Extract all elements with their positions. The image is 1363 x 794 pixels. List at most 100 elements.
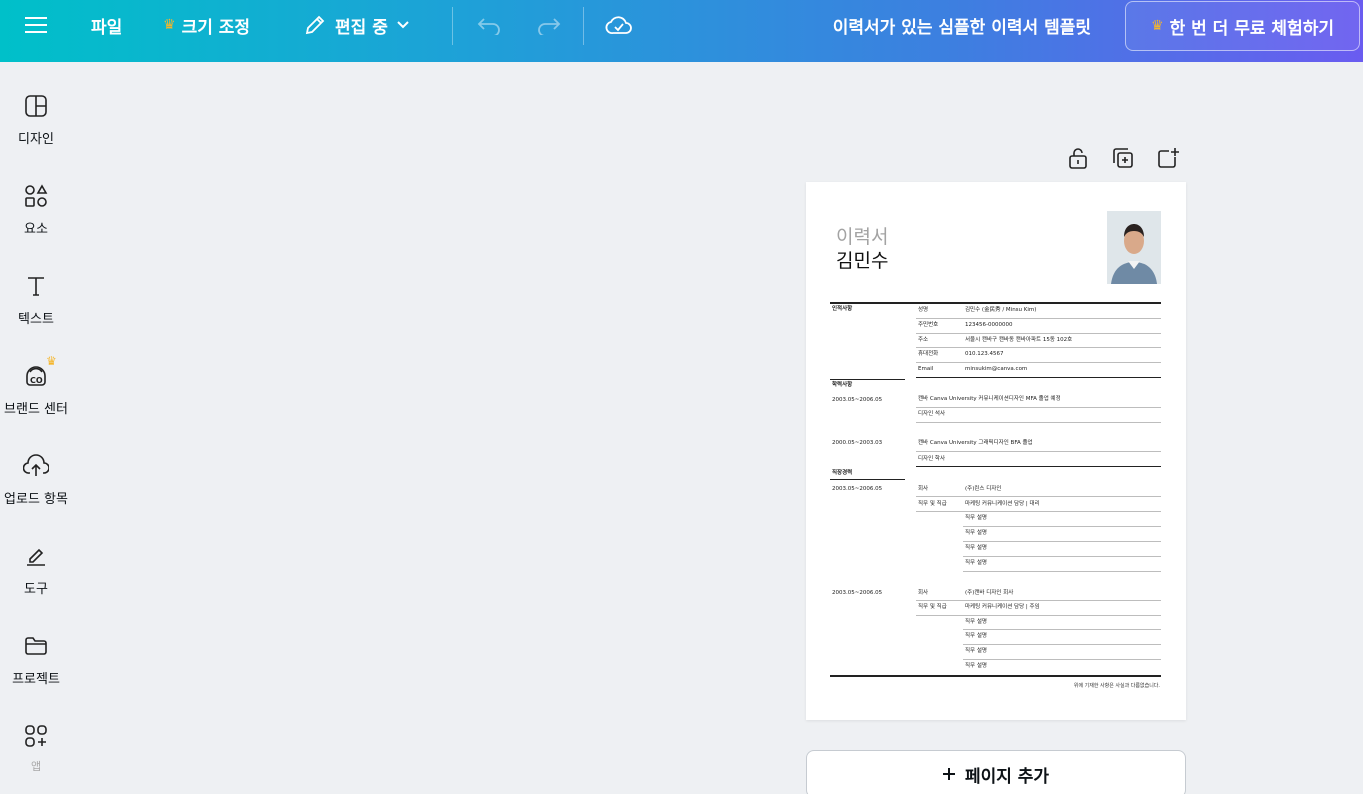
toolbar-divider xyxy=(452,7,453,45)
add-page-button[interactable]: 페이지 추가 xyxy=(806,750,1186,794)
save-status-button[interactable] xyxy=(604,0,634,50)
duty-line[interactable]: 직무 설명 xyxy=(965,619,987,626)
field-key[interactable]: 주민번호 xyxy=(918,322,938,329)
entry-date[interactable]: 2003.05~2006.05 xyxy=(832,397,882,404)
duty-line[interactable]: 직무 설명 xyxy=(965,633,987,640)
field-key[interactable]: 주소 xyxy=(918,337,928,344)
field-value[interactable]: 마케팅 커뮤니케이션 담당 | 주임 xyxy=(965,604,1040,611)
add-page-label: 페이지 추가 xyxy=(964,766,1050,787)
person-photo-icon xyxy=(1107,211,1161,284)
duty-line[interactable]: 직무 설명 xyxy=(965,663,987,670)
unlock-button[interactable] xyxy=(1066,146,1090,170)
apps-icon xyxy=(25,725,47,747)
field-key[interactable]: 회사 xyxy=(918,590,928,597)
crown-icon: ♛ xyxy=(163,17,176,33)
resize-button[interactable]: ♛ 크기 조정 xyxy=(163,0,250,50)
duty-line[interactable]: 직무 설명 xyxy=(965,530,987,537)
undo-button[interactable] xyxy=(475,0,505,50)
unlock-icon xyxy=(1069,148,1087,169)
field-key[interactable]: 휴대전화 xyxy=(918,351,938,358)
sidebar-item-label: 디자인 xyxy=(18,132,54,147)
sidebar-item-label: 도구 xyxy=(24,582,48,597)
divider xyxy=(916,318,1161,319)
design-page[interactable]: 이력서 김민수 인적사항 성명 김민수 (金民秀 / Minsu Kim) 주민… xyxy=(806,182,1186,720)
sidebar-item-label: 텍스트 xyxy=(18,312,54,327)
menu-button[interactable] xyxy=(18,0,54,50)
field-value[interactable]: (주)캔바 디자인 회사 xyxy=(965,590,1013,597)
sidebar-item-projects[interactable]: 프로젝트 xyxy=(0,632,72,702)
entry-line[interactable]: 캔바 Canva University 커뮤니케이션디자인 MFA 졸업 예정 xyxy=(918,396,1061,403)
top-toolbar: 파일 ♛ 크기 조정 편집 중 이력서가 있는 심플한 이력서 템플릿 ♛ 한 … xyxy=(0,0,1363,62)
entry-date[interactable]: 2000.05~2003.03 xyxy=(832,440,882,447)
section-heading[interactable]: 학력사항 xyxy=(832,382,852,389)
divider xyxy=(830,675,1161,677)
divider xyxy=(916,600,1161,601)
divider xyxy=(916,451,1161,452)
sidebar-item-brand[interactable]: ♛ CO 브랜드 센터 xyxy=(0,354,72,432)
entry-line[interactable]: 디자인 학사 xyxy=(918,456,945,463)
field-value[interactable]: 123456-0000000 xyxy=(965,322,1012,329)
divider xyxy=(963,659,1161,660)
entry-line[interactable]: 캔바 Canva University 그래픽디자인 BFA 졸업 xyxy=(918,440,1033,447)
document-title[interactable]: 이력서가 있는 심플한 이력서 템플릿 xyxy=(833,0,1091,50)
profile-photo[interactable] xyxy=(1107,211,1161,284)
entry-date[interactable]: 2003.05~2006.05 xyxy=(832,486,882,493)
footer-note[interactable]: 위에 기재한 사항은 사실과 다름없습니다. xyxy=(1074,682,1160,689)
left-sidebar: 디자인 요소 텍스트 ♛ CO 브랜드 센터 업로드 항목 도구 프로젝트 앱 xyxy=(0,62,72,794)
field-key[interactable]: 성명 xyxy=(918,307,928,314)
sidebar-item-design[interactable]: 디자인 xyxy=(0,92,72,162)
sidebar-item-uploads[interactable]: 업로드 항목 xyxy=(0,452,72,522)
divider xyxy=(916,615,1161,616)
sidebar-item-text[interactable]: 텍스트 xyxy=(0,272,72,342)
resize-label: 크기 조정 xyxy=(181,17,251,38)
duty-line[interactable]: 직무 설명 xyxy=(965,545,987,552)
editing-mode-button[interactable]: 편집 중 xyxy=(303,0,410,50)
field-key[interactable]: 직무 및 직급 xyxy=(918,501,947,508)
field-value[interactable]: 010.123.4567 xyxy=(965,351,1004,358)
crown-icon: ♛ xyxy=(1151,18,1164,34)
crown-icon: ♛ xyxy=(46,354,57,368)
redo-button[interactable] xyxy=(533,0,563,50)
design-icon xyxy=(25,95,47,117)
divider xyxy=(830,302,1161,304)
field-key[interactable]: 회사 xyxy=(918,486,928,493)
add-page-above-button[interactable] xyxy=(1156,146,1180,170)
field-value[interactable]: 마케팅 커뮤니케이션 담당 | 대리 xyxy=(965,501,1040,508)
entry-date[interactable]: 2003.05~2006.05 xyxy=(832,590,882,597)
brand-icon: CO xyxy=(26,366,46,386)
duty-line[interactable]: 직무 설명 xyxy=(965,648,987,655)
edit-mode-label: 편집 중 xyxy=(335,17,388,38)
sidebar-item-elements[interactable]: 요소 xyxy=(0,182,72,252)
sidebar-item-apps[interactable]: 앱 xyxy=(0,722,72,792)
resume-label[interactable]: 이력서 xyxy=(836,222,888,249)
field-value[interactable]: minsukim@canva.com xyxy=(965,366,1027,373)
duty-line[interactable]: 직무 설명 xyxy=(965,560,987,567)
section-heading[interactable]: 직장경력 xyxy=(832,470,852,477)
divider xyxy=(963,571,1161,572)
duplicate-icon xyxy=(1113,148,1133,168)
section-heading[interactable]: 인적사항 xyxy=(832,306,852,313)
duplicate-page-button[interactable] xyxy=(1111,146,1135,170)
divider xyxy=(830,379,905,380)
divider xyxy=(963,526,1161,527)
sidebar-item-label: 업로드 항목 xyxy=(4,492,68,507)
divider xyxy=(916,511,1161,512)
divider xyxy=(963,556,1161,557)
field-key[interactable]: 직무 및 직급 xyxy=(918,604,947,611)
entry-line[interactable]: 디자인 석사 xyxy=(918,411,945,418)
resume-name[interactable]: 김민수 xyxy=(836,246,888,273)
tools-icon xyxy=(27,548,45,566)
sidebar-item-tools[interactable]: 도구 xyxy=(0,542,72,612)
menu-icon xyxy=(25,17,47,33)
file-menu-button[interactable]: 파일 xyxy=(91,0,122,50)
field-key[interactable]: Email xyxy=(918,366,933,373)
field-value[interactable]: 김민수 (金民秀 / Minsu Kim) xyxy=(965,307,1036,314)
field-value[interactable]: 서울시 캔바구 캔바동 캔바아파트 15동 102호 xyxy=(965,337,1072,344)
duty-line[interactable]: 직무 설명 xyxy=(965,515,987,522)
field-value[interactable]: (주)린스 디자인 xyxy=(965,486,1001,493)
page-tools xyxy=(1066,146,1180,170)
divider xyxy=(916,347,1161,348)
divider xyxy=(963,644,1161,645)
divider xyxy=(916,466,1161,467)
free-trial-button[interactable]: ♛ 한 번 더 무료 체험하기 xyxy=(1125,1,1360,51)
